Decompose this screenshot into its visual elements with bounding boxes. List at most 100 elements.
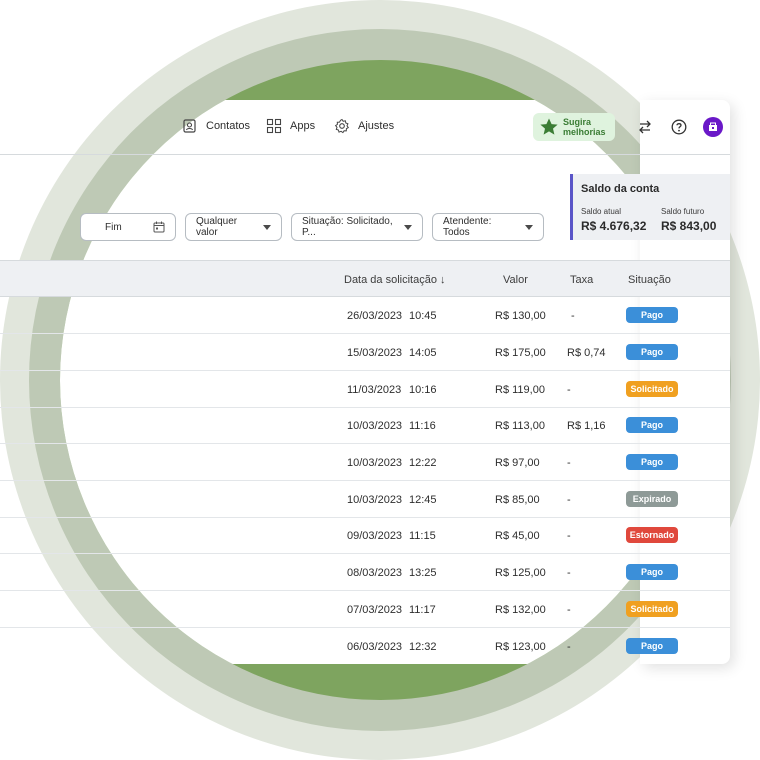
- value-filter[interactable]: Qualquer valor: [185, 213, 282, 241]
- cell-date: 09/03/2023: [347, 530, 403, 542]
- account-balance-card: Saldo da conta Saldo atual R$ 4.676,32 S…: [570, 174, 730, 240]
- status-badge: Pago: [626, 307, 678, 323]
- apps-grid-icon: [266, 118, 282, 134]
- store-icon: [709, 122, 717, 131]
- cell-fee: -: [567, 530, 571, 542]
- status-badge: Pago: [626, 344, 678, 360]
- date-end-label: Fim: [105, 221, 122, 233]
- table-header: Data da solicitação ↓ Valor Taxa Situaçã…: [0, 260, 730, 297]
- current-balance-value: R$ 4.676,32: [581, 219, 647, 233]
- nav-contatos-label: Contatos: [206, 120, 251, 132]
- cell-value: R$ 113,00: [495, 420, 545, 432]
- attendant-filter-label: Atendente: Todos: [443, 216, 492, 238]
- suggest-improvements-button[interactable]: Sugira melhorias: [533, 113, 615, 141]
- nav-apps[interactable]: Apps: [266, 118, 315, 134]
- future-balance-label: Saldo futuro: [661, 207, 705, 216]
- date-end-filter[interactable]: Fim: [80, 213, 176, 241]
- cell-fee: -: [567, 384, 571, 396]
- cell-date: 07/03/2023: [347, 604, 403, 616]
- gear-icon: [334, 118, 350, 134]
- cell-fee: -: [567, 604, 571, 616]
- cell-date: 15/03/2023: [347, 347, 403, 359]
- cell-value: R$ 97,00: [495, 457, 540, 469]
- contacts-icon: [183, 119, 196, 133]
- help-icon: [671, 119, 687, 135]
- status-badge: Estornado: [626, 527, 678, 543]
- cell-time: 12:45: [409, 494, 437, 506]
- balance-title: Saldo da conta: [581, 183, 660, 195]
- cell-date: 26/03/2023: [347, 310, 403, 322]
- swap-arrows-icon: [639, 120, 651, 134]
- status-badge: Pago: [626, 417, 678, 433]
- status-badge: Pago: [626, 638, 678, 654]
- column-header-status[interactable]: Situação: [628, 274, 671, 286]
- nav-contatos[interactable]: Contatos: [182, 118, 250, 134]
- attendant-filter[interactable]: Atendente: Todos: [432, 213, 544, 241]
- cell-value: R$ 130,00: [495, 310, 546, 322]
- status-badge: Pago: [626, 564, 678, 580]
- cell-time: 11:17: [409, 604, 436, 616]
- cell-time: 11:16: [409, 420, 436, 432]
- table-row[interactable]: 10/03/2023 11:16 R$ 113,00 R$ 1,16 Pago: [0, 407, 730, 444]
- table-row[interactable]: 10/03/2023 12:45 R$ 85,00 - Expirado: [0, 481, 730, 518]
- column-header-value[interactable]: Valor: [503, 274, 528, 286]
- cell-fee: -: [571, 310, 575, 322]
- suggest-label-line2: melhorias: [563, 127, 606, 137]
- top-navigation: Contatos Apps Ajustes Sugira melhorias: [0, 99, 730, 155]
- nav-ajustes[interactable]: Ajustes: [334, 118, 394, 134]
- cell-date: 10/03/2023: [347, 457, 403, 469]
- status-filter-label: Situação: Solicitado, P...: [302, 216, 393, 238]
- cell-fee: -: [567, 641, 571, 653]
- suggest-label-line1: Sugira: [563, 117, 592, 127]
- table-row[interactable]: 11/03/2023 10:16 R$ 119,00 - Solicitado: [0, 371, 730, 408]
- cell-value: R$ 85,00: [495, 494, 540, 506]
- suggest-label: Sugira melhorias: [563, 117, 606, 137]
- cell-date: 11/03/2023: [347, 384, 402, 396]
- nav-ajustes-label: Ajustes: [358, 120, 395, 132]
- table-row[interactable]: 09/03/2023 11:15 R$ 45,00 - Estornado: [0, 517, 730, 554]
- chevron-down-icon: [263, 224, 271, 230]
- switch-account-button[interactable]: [636, 118, 654, 136]
- help-button[interactable]: [670, 118, 688, 136]
- table-row[interactable]: 15/03/2023 14:05 R$ 175,00 R$ 0,74 Pago: [0, 334, 730, 371]
- calendar-icon: [153, 221, 165, 233]
- status-badge: Pago: [626, 454, 678, 470]
- cell-value: R$ 45,00: [495, 530, 540, 542]
- cell-time: 12:22: [409, 457, 437, 469]
- cell-date: 10/03/2023: [347, 420, 403, 432]
- column-header-date[interactable]: Data da solicitação ↓: [344, 274, 446, 286]
- table-row[interactable]: 07/03/2023 11:17 R$ 132,00 - Solicitado: [0, 591, 730, 628]
- cell-value: R$ 119,00: [495, 384, 545, 396]
- status-badge: Expirado: [626, 491, 678, 507]
- cell-time: 10:16: [409, 384, 437, 396]
- table-row[interactable]: 26/03/2023 10:45 R$ 130,00 - Pago: [0, 297, 730, 334]
- table-row[interactable]: 08/03/2023 13:25 R$ 125,00 - Pago: [0, 554, 730, 591]
- cell-fee: -: [567, 494, 571, 506]
- user-avatar[interactable]: [703, 117, 723, 137]
- column-header-fee[interactable]: Taxa: [570, 274, 593, 286]
- cell-time: 11:15: [409, 530, 436, 542]
- cell-fee: R$ 0,74: [567, 347, 606, 359]
- cell-time: 14:05: [409, 347, 437, 359]
- status-badge: Solicitado: [626, 601, 678, 617]
- cell-value: R$ 123,00: [495, 641, 546, 653]
- status-filter[interactable]: Situação: Solicitado, P...: [291, 213, 423, 241]
- cell-fee: -: [567, 457, 571, 469]
- table-row[interactable]: 10/03/2023 12:22 R$ 97,00 - Pago: [0, 444, 730, 481]
- cell-value: R$ 132,00: [495, 604, 546, 616]
- chevron-down-icon: [404, 224, 412, 230]
- value-filter-label: Qualquer valor: [196, 216, 238, 238]
- future-balance-value: R$ 843,00: [661, 219, 717, 233]
- table-row[interactable]: 06/03/2023 12:32 R$ 123,00 - Pago: [0, 628, 730, 665]
- cell-time: 10:45: [409, 310, 437, 322]
- current-balance-label: Saldo atual: [581, 207, 622, 216]
- nav-apps-label: Apps: [290, 120, 316, 132]
- cell-value: R$ 175,00: [495, 347, 546, 359]
- chevron-down-icon: [525, 224, 533, 230]
- cell-fee: R$ 1,16: [567, 420, 606, 432]
- cell-time: 12:32: [409, 641, 437, 653]
- cell-date: 06/03/2023: [347, 641, 403, 653]
- cell-time: 13:25: [409, 567, 437, 579]
- star-icon: [540, 118, 558, 135]
- cell-fee: -: [567, 567, 571, 579]
